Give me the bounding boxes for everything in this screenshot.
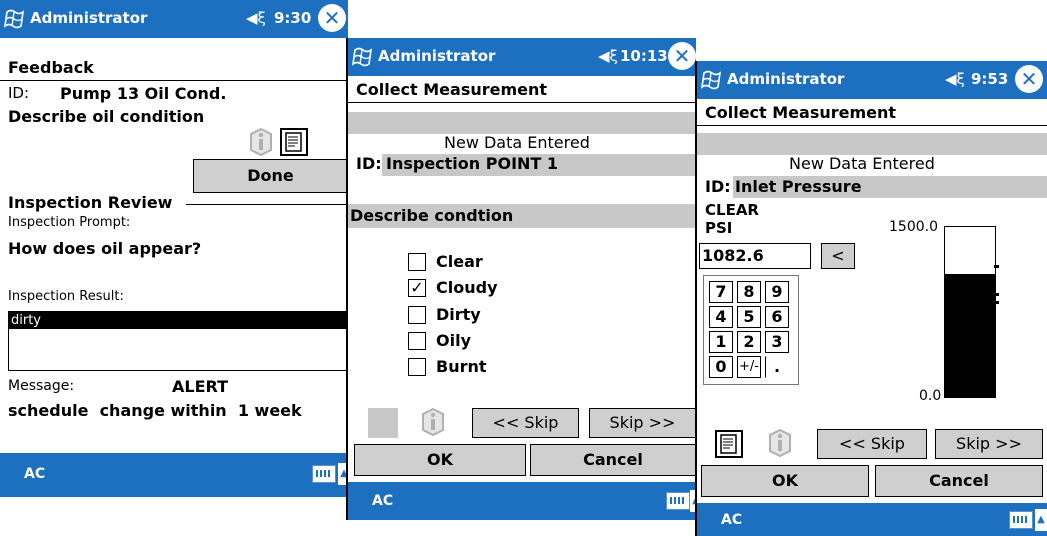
info-icon[interactable] xyxy=(767,427,793,459)
describe-label: Describe condtion xyxy=(350,206,514,225)
backspace-button[interactable]: < xyxy=(821,243,855,269)
keypad-border xyxy=(703,275,799,385)
checkbox-burnt[interactable] xyxy=(408,358,426,376)
close-icon[interactable]: ✕ xyxy=(1015,65,1043,93)
skip-back-button[interactable]: << Skip xyxy=(817,429,927,459)
input-selector-arrow-icon[interactable]: ▲ xyxy=(338,463,348,485)
note-icon[interactable] xyxy=(715,430,743,458)
message-label: Message: xyxy=(8,378,75,394)
soft-key-left[interactable]: AC xyxy=(721,512,742,528)
describe-text: Describe oil condition xyxy=(8,107,205,126)
id-value: Inspection POINT 1 xyxy=(386,154,559,173)
input-selector-arrow-icon[interactable]: ▲ xyxy=(1035,509,1047,531)
cancel-button[interactable]: Cancel xyxy=(875,465,1043,497)
checkbox-cloudy[interactable]: ✓ xyxy=(408,279,426,297)
checkbox-clear[interactable] xyxy=(408,253,426,271)
status-strip xyxy=(697,133,1047,155)
start-menu-icon[interactable] xyxy=(701,69,723,91)
collect-measurement-checkbox-screen: Administrator ◀ξ 10:13 ✕ Collect Measure… xyxy=(348,38,696,520)
note-icon-disabled xyxy=(368,408,398,438)
value-text: 1082.6 xyxy=(702,246,764,265)
info-icon[interactable] xyxy=(420,406,446,438)
title-bar: Administrator ◀ξ 10:13 ✕ xyxy=(348,38,696,76)
id-value: Pump 13 Oil Cond. xyxy=(60,84,227,103)
gauge-tick xyxy=(994,301,999,304)
soft-key-bar: AC ▲ xyxy=(0,453,348,497)
note-icon[interactable] xyxy=(280,128,308,156)
done-button[interactable]: Done xyxy=(193,159,348,193)
new-data-label: New Data Entered xyxy=(444,133,590,152)
status-strip xyxy=(348,112,696,134)
result-label: Inspection Result: xyxy=(8,289,124,304)
keyboard-icon[interactable] xyxy=(312,465,336,483)
option-burnt-label: Burnt xyxy=(436,357,487,376)
review-title: Inspection Review xyxy=(8,193,173,212)
user-title: Administrator xyxy=(30,9,148,27)
unit-label: PSI xyxy=(705,219,733,237)
close-icon[interactable]: ✕ xyxy=(668,42,696,70)
id-value: Inlet Pressure xyxy=(735,177,862,196)
gauge-fill xyxy=(945,274,995,397)
gauge-min-label: 0.0 xyxy=(919,388,942,404)
checkbox-oily[interactable] xyxy=(408,332,426,350)
skip-forward-button[interactable]: Skip >> xyxy=(935,429,1043,459)
speaker-icon[interactable]: ◀ξ xyxy=(246,9,266,27)
checkbox-dirty[interactable] xyxy=(408,306,426,324)
title-bar: Administrator ◀ξ 9:30 ✕ xyxy=(0,0,348,38)
value-input[interactable]: 1082.6 xyxy=(699,243,811,269)
ok-button[interactable]: OK xyxy=(701,465,869,497)
divider xyxy=(0,80,348,81)
skip-back-button[interactable]: << Skip xyxy=(472,408,579,438)
new-data-label: New Data Entered xyxy=(789,154,935,173)
keyboard-icon[interactable] xyxy=(666,492,690,510)
soft-key-bar: AC ▲ xyxy=(348,482,696,520)
cancel-button[interactable]: Cancel xyxy=(530,444,696,476)
start-menu-icon[interactable] xyxy=(4,8,26,30)
result-value: dirty xyxy=(9,312,347,329)
gauge-bar xyxy=(944,226,996,398)
collect-measurement-numeric-screen: Administrator ◀ξ 9:53 ✕ Collect Measurem… xyxy=(697,61,1047,536)
clock[interactable]: 9:53 xyxy=(971,70,1008,88)
feedback-screen: Administrator ◀ξ 9:30 ✕ Feedback ID: Pum… xyxy=(0,0,348,497)
speaker-icon[interactable]: ◀ξ xyxy=(598,47,618,65)
option-clear-label: Clear xyxy=(436,252,483,271)
id-label: ID: xyxy=(356,154,382,173)
page-title: Feedback xyxy=(8,58,94,77)
divider xyxy=(348,102,696,103)
state-label: CLEAR xyxy=(705,201,759,219)
option-oily-label: Oily xyxy=(436,331,471,350)
gauge-max-label: 1500.0 xyxy=(889,219,938,235)
gauge-tick xyxy=(994,265,999,268)
clock[interactable]: 9:30 xyxy=(274,9,311,27)
user-title: Administrator xyxy=(727,70,845,88)
skip-forward-button[interactable]: Skip >> xyxy=(589,408,696,438)
soft-key-bar: AC ▲ xyxy=(697,503,1047,536)
id-label: ID: xyxy=(705,177,731,196)
page-title: Collect Measurement xyxy=(356,80,548,99)
option-dirty-label: Dirty xyxy=(436,305,481,324)
keyboard-icon[interactable] xyxy=(1009,511,1033,529)
divider xyxy=(697,125,1047,126)
clock[interactable]: 10:13 xyxy=(620,47,668,65)
gauge-tick xyxy=(994,293,999,296)
info-icon[interactable] xyxy=(248,127,274,157)
input-selector-arrow-icon[interactable]: ▲ xyxy=(690,490,696,512)
soft-key-left[interactable]: AC xyxy=(24,466,45,482)
soft-key-left[interactable]: AC xyxy=(372,493,393,509)
start-menu-icon[interactable] xyxy=(352,46,374,68)
id-label: ID: xyxy=(8,84,30,102)
ok-button[interactable]: OK xyxy=(354,444,526,476)
message-text: schedule change within 1 week xyxy=(8,401,302,420)
speaker-icon[interactable]: ◀ξ xyxy=(945,70,965,88)
option-cloudy-label: Cloudy xyxy=(436,278,498,297)
prompt-label: Inspection Prompt: xyxy=(8,215,131,230)
title-bar: Administrator ◀ξ 9:53 ✕ xyxy=(697,61,1047,99)
review-divider xyxy=(186,204,348,205)
result-textbox[interactable]: dirty xyxy=(8,311,348,371)
user-title: Administrator xyxy=(378,47,496,65)
prompt-value: How does oil appear? xyxy=(8,239,202,258)
close-icon[interactable]: ✕ xyxy=(318,4,346,32)
message-level: ALERT xyxy=(172,377,229,396)
page-title: Collect Measurement xyxy=(705,103,897,122)
